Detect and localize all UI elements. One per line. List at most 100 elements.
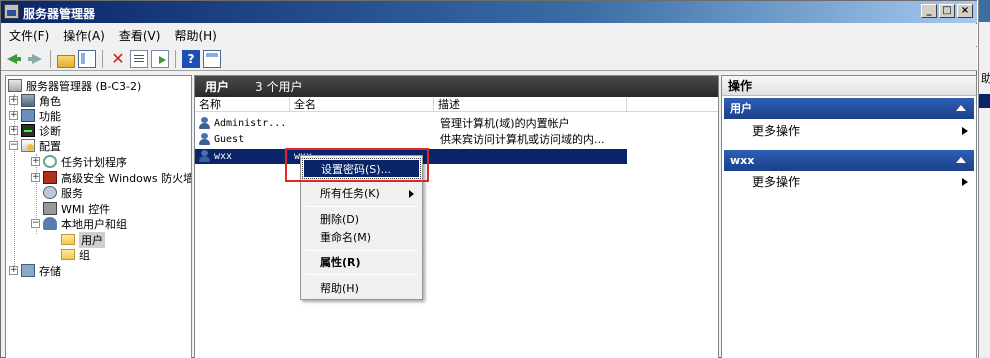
expand-icon[interactable]: + [9,266,18,275]
roles-icon [21,94,35,107]
tree-node-label: 服务器管理器 (B-C3-2) [26,79,142,93]
user-name: Administr... [214,118,287,129]
show-tree-icon[interactable] [78,49,96,68]
delete-icon[interactable]: ✕ [109,49,127,68]
close-button[interactable]: × [957,4,973,18]
menu-item-all-tasks[interactable]: 所有任务(K) [303,184,420,203]
tree-node-firewall[interactable]: + 高级安全 Windows 防火墙 [31,170,192,185]
tree-node-features[interactable]: + 功能 [9,108,61,123]
server-manager-icon [4,4,19,19]
menu-item-delete[interactable]: 删除(D) [303,210,420,229]
folder-icon [61,234,75,245]
expand-icon[interactable]: + [31,173,40,182]
background-window-text: 助 [981,70,990,86]
forward-icon[interactable] [26,50,44,68]
users-group-icon [43,217,57,230]
tree-node-configuration[interactable]: − 配置 [9,138,61,153]
collapse-icon[interactable]: − [9,141,18,150]
tree-node-groups[interactable]: 组 [61,247,90,262]
expand-icon[interactable]: + [31,157,40,166]
up-folder-icon[interactable] [57,55,75,68]
server-icon [8,79,22,92]
properties-icon[interactable] [130,49,148,68]
toolbar-separator [50,49,51,68]
minimize-button[interactable]: _ [921,4,937,18]
clock-icon [43,155,57,168]
user-description: 管理计算机(域)的内置帐户 [440,117,570,130]
tree-node-label: 组 [79,248,90,262]
actions-section-wxx[interactable]: wxx [724,150,974,171]
window-controls: _ □ × [921,4,973,18]
tree-node-storage[interactable]: + 存储 [9,263,61,278]
folder-icon [61,249,75,260]
configuration-icon [21,139,35,152]
annotation-highlight-box [285,148,429,182]
submenu-arrow-icon [409,190,414,198]
menu-item-help[interactable]: 帮助(H) [303,279,420,298]
console-tree: 服务器管理器 (B-C3-2) + 角色 + 功能 + 诊断 − 配置 + 任务… [5,75,192,358]
title-bar[interactable]: 服务器管理器 _ □ × [1,1,977,23]
tree-node-label: WMI 控件 [61,202,111,216]
tree-node-local-users-groups[interactable]: − 本地用户和组 [31,216,127,231]
submenu-arrow-icon [962,127,968,135]
expand-icon[interactable]: + [9,126,18,135]
tree-node-task-scheduler[interactable]: + 任务计划程序 [31,154,127,169]
more-actions-wxx[interactable]: 更多操作 [752,174,972,190]
menu-bar: 文件(F) 操作(A) 查看(V) 帮助(H) [1,24,977,46]
submenu-arrow-icon [962,178,968,186]
tree-node-label: 诊断 [39,124,61,138]
tree-node-wmi[interactable]: WMI 控件 [43,201,110,216]
tree-node-root[interactable]: 服务器管理器 (B-C3-2) [8,78,141,93]
menu-item-properties[interactable]: 属性(R) [303,253,420,272]
menu-view[interactable]: 查看(V) [119,27,161,44]
toolbar-separator [175,49,176,68]
user-icon [198,116,212,130]
maximize-button[interactable]: □ [939,4,955,18]
menu-help[interactable]: 帮助(H) [174,27,216,44]
more-actions-users[interactable]: 更多操作 [752,123,972,139]
services-icon [43,186,57,199]
results-pane: 用户 3 个用户 名称 全名 描述 Administr... 管理计算机(域)的… [194,75,719,358]
menu-separator [305,274,418,275]
user-name: Guest [214,134,245,145]
user-icon [198,149,212,163]
expand-icon[interactable]: + [9,111,18,120]
export-list-icon[interactable] [151,49,169,68]
tree-node-label: 任务计划程序 [61,155,127,169]
tree-node-diagnostics[interactable]: + 诊断 [9,123,61,138]
menu-item-label: 所有任务(K) [320,187,380,200]
column-header-description[interactable]: 描述 [434,98,627,112]
section-label: wxx [730,154,755,167]
diagnostics-icon [21,124,35,137]
actions-pane: 操作 用户 更多操作 wxx 更多操作 [721,75,977,358]
column-header-name[interactable]: 名称 [195,98,290,112]
tree-node-users[interactable]: 用户 [61,231,105,248]
user-icon [198,132,212,146]
toolbar: ✕ ? [1,47,977,71]
table-row[interactable]: Guest 供来宾访问计算机或访问域的内... [195,132,627,147]
actions-section-users[interactable]: 用户 [724,98,974,119]
menu-action[interactable]: 操作(A) [63,27,105,44]
column-header-full-name[interactable]: 全名 [290,98,434,112]
collapse-arrow-icon[interactable] [956,157,966,163]
mmc-icon[interactable] [203,49,221,68]
action-label: 更多操作 [752,175,801,189]
tree-node-label: 本地用户和组 [61,217,127,231]
background-selection [979,94,990,108]
tree-node-roles[interactable]: + 角色 [9,93,61,108]
server-manager-window: 服务器管理器 _ □ × 文件(F) 操作(A) 查看(V) 帮助(H) ✕ ?… [0,0,977,358]
tree-node-label: 高级安全 Windows 防火墙 [61,171,192,185]
collapse-arrow-icon[interactable] [956,105,966,111]
table-row[interactable]: Administr... 管理计算机(域)的内置帐户 [195,116,627,131]
menu-item-rename[interactable]: 重命名(M) [303,228,420,247]
expand-icon[interactable]: + [9,96,18,105]
background-window: 助 [978,0,990,358]
help-icon[interactable]: ? [182,49,200,68]
tree-node-label: 配置 [39,139,61,153]
tree-node-label: 服务 [61,186,83,200]
menu-file[interactable]: 文件(F) [9,27,49,44]
user-description: 供来宾访问计算机或访问域的内... [440,133,605,146]
tree-node-services[interactable]: 服务 [43,185,83,200]
collapse-icon[interactable]: − [31,219,40,228]
back-icon[interactable] [5,50,23,68]
